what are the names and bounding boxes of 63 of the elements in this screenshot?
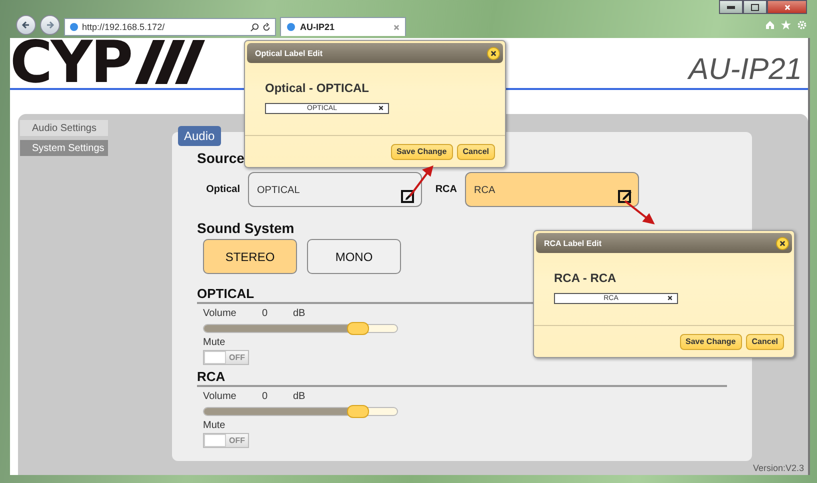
sound-mode-button[interactable]: MONO [307, 239, 401, 274]
sidebar-item[interactable]: Audio Settings [20, 120, 108, 136]
dialog-close-button[interactable] [776, 236, 789, 250]
volume-unit: dB [293, 308, 306, 319]
source-label: Optical [205, 184, 241, 195]
maximize-button[interactable] [743, 0, 767, 14]
mute-label: Mute [203, 420, 226, 431]
section-title: Source [197, 150, 244, 166]
dialog-title-bar: RCA Label Edit [536, 233, 792, 253]
dialog-title-bar: Optical Label Edit [247, 43, 503, 63]
close-icon [667, 295, 673, 301]
sound-mode-button[interactable]: STEREO [203, 239, 297, 274]
source-option[interactable]: OPTICAL [248, 172, 422, 207]
forward-arrow-icon [45, 20, 55, 30]
maximize-icon [751, 4, 759, 10]
close-icon [378, 105, 384, 111]
address-bar[interactable]: http://192.168.5.172/ [64, 18, 276, 36]
dialog-button[interactable]: Cancel [746, 334, 784, 350]
logo-slashes-drawing [135, 40, 206, 84]
source-label: RCA [434, 184, 458, 195]
minimize-icon [727, 6, 735, 8]
dialog-heading: RCA - RCA [554, 271, 618, 285]
section-title: Sound System [197, 220, 294, 236]
dialog-button[interactable]: Save Change [680, 334, 742, 350]
star-icon[interactable] [781, 20, 791, 30]
version-text: Version:V2.3 [752, 463, 804, 473]
close-icon [490, 50, 497, 56]
forward-button[interactable] [40, 15, 60, 35]
volume-slider[interactable] [203, 324, 398, 333]
globe-icon [286, 22, 296, 32]
model-title: AU-IP21 [688, 55, 802, 85]
panel-tab[interactable]: Audio [178, 126, 221, 146]
globe-icon [69, 22, 79, 32]
volume-reading: 0 [262, 391, 269, 402]
close-icon [779, 240, 786, 246]
volume-label: Volume [203, 308, 238, 319]
edit-icon[interactable] [618, 189, 632, 203]
annotation-arrow [624, 200, 655, 224]
back-button[interactable] [16, 15, 36, 35]
edit-icon[interactable] [401, 189, 415, 203]
dialog-close-button[interactable] [487, 46, 500, 60]
minimize-button[interactable] [719, 0, 743, 14]
slider-thumb[interactable] [347, 322, 370, 335]
dialog-heading: Optical - OPTICAL [265, 81, 370, 95]
back-arrow-icon [21, 20, 31, 30]
refresh-icon [262, 22, 271, 32]
annotation-arrow [409, 165, 434, 197]
volume-slider[interactable] [203, 407, 398, 416]
mute-label: Mute [203, 337, 226, 348]
source-option[interactable]: RCA [465, 172, 639, 207]
volume-unit: dB [293, 391, 306, 402]
dialog-button[interactable]: Save Change [390, 144, 453, 160]
browser-tab[interactable]: AU-IP21 [280, 17, 406, 36]
search-icon [250, 22, 259, 32]
logo-text: CYP [10, 33, 132, 91]
slider-thumb[interactable] [347, 405, 370, 418]
volume-label: Volume [203, 391, 238, 402]
close-icon [393, 24, 400, 30]
close-icon [784, 4, 790, 10]
volume-reading: 0 [262, 308, 269, 319]
close-button[interactable] [767, 0, 807, 14]
dialog-button[interactable]: Cancel [456, 144, 495, 160]
channel-title: RCA [197, 369, 727, 387]
